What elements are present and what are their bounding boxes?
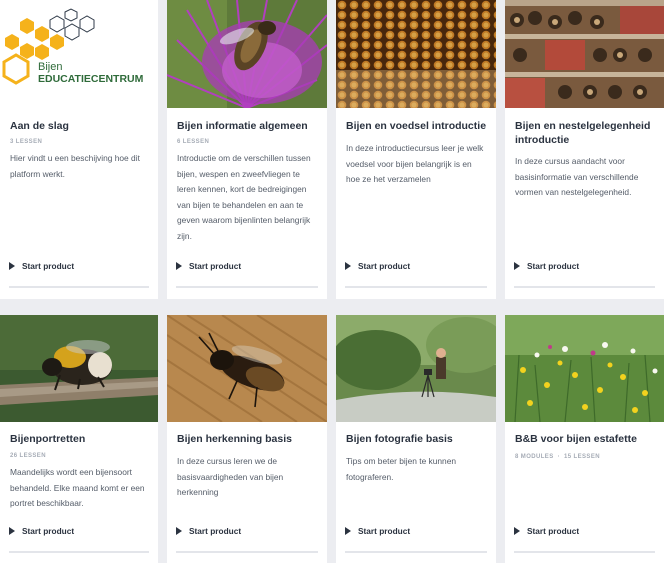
start-product-label: Start product — [358, 261, 411, 271]
course-description: In deze cursus leren we de basisvaardigh… — [177, 456, 284, 497]
logo-word-bijen: Bijen — [38, 61, 62, 73]
start-product-button[interactable]: Start product — [9, 261, 74, 271]
thumbnail-honeycomb[interactable] — [336, 0, 496, 108]
start-product-button[interactable]: Start product — [9, 526, 74, 536]
photographer-figurine-image — [336, 315, 496, 422]
progress-bar — [9, 551, 149, 553]
start-product-label: Start product — [189, 261, 242, 271]
start-product-label: Start product — [22, 526, 75, 536]
thumbnail-flower-meadow[interactable] — [505, 315, 664, 422]
start-product-button[interactable]: Start product — [514, 526, 579, 536]
course-card-bijen-informatie-algemeen[interactable]: Bijen informatie algemeen 6 LESSEN Intro… — [167, 0, 327, 299]
course-title[interactable]: Bijen herkenning basis — [177, 432, 319, 446]
course-title[interactable]: Bijenportretten — [10, 432, 150, 446]
bumblebee-on-branch-image — [0, 315, 158, 422]
play-icon — [9, 527, 15, 535]
play-icon — [176, 527, 182, 535]
start-product-label: Start product — [22, 261, 75, 271]
thumbnail-photographer-figurine[interactable] — [336, 315, 496, 422]
logo-thumbnail[interactable]: Bijen EDUCATIECENTRUM — [0, 0, 158, 108]
course-lesson-count: 3 LESSEN — [10, 139, 43, 145]
course-title[interactable]: Aan de slag — [10, 119, 150, 133]
honeycomb-image — [336, 0, 496, 108]
play-icon — [345, 262, 351, 270]
thumbnail-bee-on-thistle[interactable] — [167, 0, 327, 108]
progress-bar — [176, 551, 318, 553]
start-product-button[interactable]: Start product — [345, 261, 410, 271]
course-description: In deze introductiecursus leer je welk v… — [346, 143, 484, 184]
play-icon — [9, 262, 15, 270]
course-title[interactable]: Bijen en nestelgelegenheid introductie — [515, 119, 656, 147]
play-icon — [514, 262, 520, 270]
module-count: 8 MODULES — [515, 454, 554, 460]
bee-on-thistle-image — [167, 0, 327, 108]
course-lesson-count: 6 LESSEN — [177, 139, 210, 145]
thumbnail-bumblebee-on-branch[interactable] — [0, 315, 158, 422]
course-meta: 8 MODULES · 15 LESSEN — [515, 454, 600, 460]
course-description: Tips om beter bijen te kunnen fotografer… — [346, 456, 457, 482]
bee-on-wood-image — [167, 315, 327, 422]
progress-bar — [9, 286, 149, 288]
course-title[interactable]: Bijen fotografie basis — [346, 432, 488, 446]
course-description: In deze cursus aandacht voor basisinform… — [515, 156, 639, 197]
course-card-bijen-en-nestelgelegenheid[interactable]: Bijen en nestelgelegenheid introductie I… — [505, 0, 664, 299]
course-description: Hier vindt u een beschijving hoe dit pla… — [10, 153, 140, 179]
play-icon — [514, 527, 520, 535]
course-title[interactable]: Bijen en voedsel introductie — [346, 119, 488, 133]
start-product-label: Start product — [527, 261, 580, 271]
logo-word-educatiecentrum: EDUCATIECENTRUM — [38, 73, 144, 85]
progress-bar — [514, 286, 655, 288]
progress-bar — [176, 286, 318, 288]
start-product-button[interactable]: Start product — [514, 261, 579, 271]
course-description: Maandelijks wordt een bijensoort behande… — [10, 467, 145, 508]
course-card-bijenportretten[interactable]: Bijenportretten 26 LESSEN Maandelijks wo… — [0, 315, 158, 563]
course-title[interactable]: B&B voor bijen estafette — [515, 432, 656, 446]
start-product-button[interactable]: Start product — [345, 526, 410, 536]
start-product-button[interactable]: Start product — [176, 526, 241, 536]
course-description: Introductie om de verschillen tussen bij… — [177, 153, 311, 241]
thumbnail-bee-on-wood[interactable] — [167, 315, 327, 422]
course-card-bijen-en-voedsel[interactable]: Bijen en voedsel introductie In deze int… — [336, 0, 496, 299]
play-icon — [176, 262, 182, 270]
bee-hotel-image — [505, 0, 664, 108]
bijen-educatiecentrum-logo: Bijen EDUCATIECENTRUM — [2, 8, 144, 85]
start-product-label: Start product — [527, 526, 580, 536]
progress-bar — [345, 551, 487, 553]
flower-meadow-image — [505, 315, 664, 422]
course-card-bb-voor-bijen-estafette[interactable]: B&B voor bijen estafette 8 MODULES · 15 LE… — [505, 315, 664, 563]
course-card-bijen-herkenning[interactable]: Bijen herkenning basis In deze cursus le… — [167, 315, 327, 563]
progress-bar — [514, 551, 655, 553]
start-product-label: Start product — [189, 526, 242, 536]
course-card-aan-de-slag[interactable]: Bijen EDUCATIECENTRUM Aan de slag 3 LESS… — [0, 0, 158, 299]
start-product-button[interactable]: Start product — [176, 261, 241, 271]
play-icon — [345, 527, 351, 535]
course-title[interactable]: Bijen informatie algemeen — [177, 119, 319, 133]
lesson-count: 15 LESSEN — [564, 454, 600, 460]
thumbnail-bee-hotel[interactable] — [505, 0, 664, 108]
start-product-label: Start product — [358, 526, 411, 536]
course-card-bijen-fotografie[interactable]: Bijen fotografie basis Tips om beter bij… — [336, 315, 496, 563]
course-lesson-count: 26 LESSEN — [10, 453, 46, 459]
progress-bar — [345, 286, 487, 288]
